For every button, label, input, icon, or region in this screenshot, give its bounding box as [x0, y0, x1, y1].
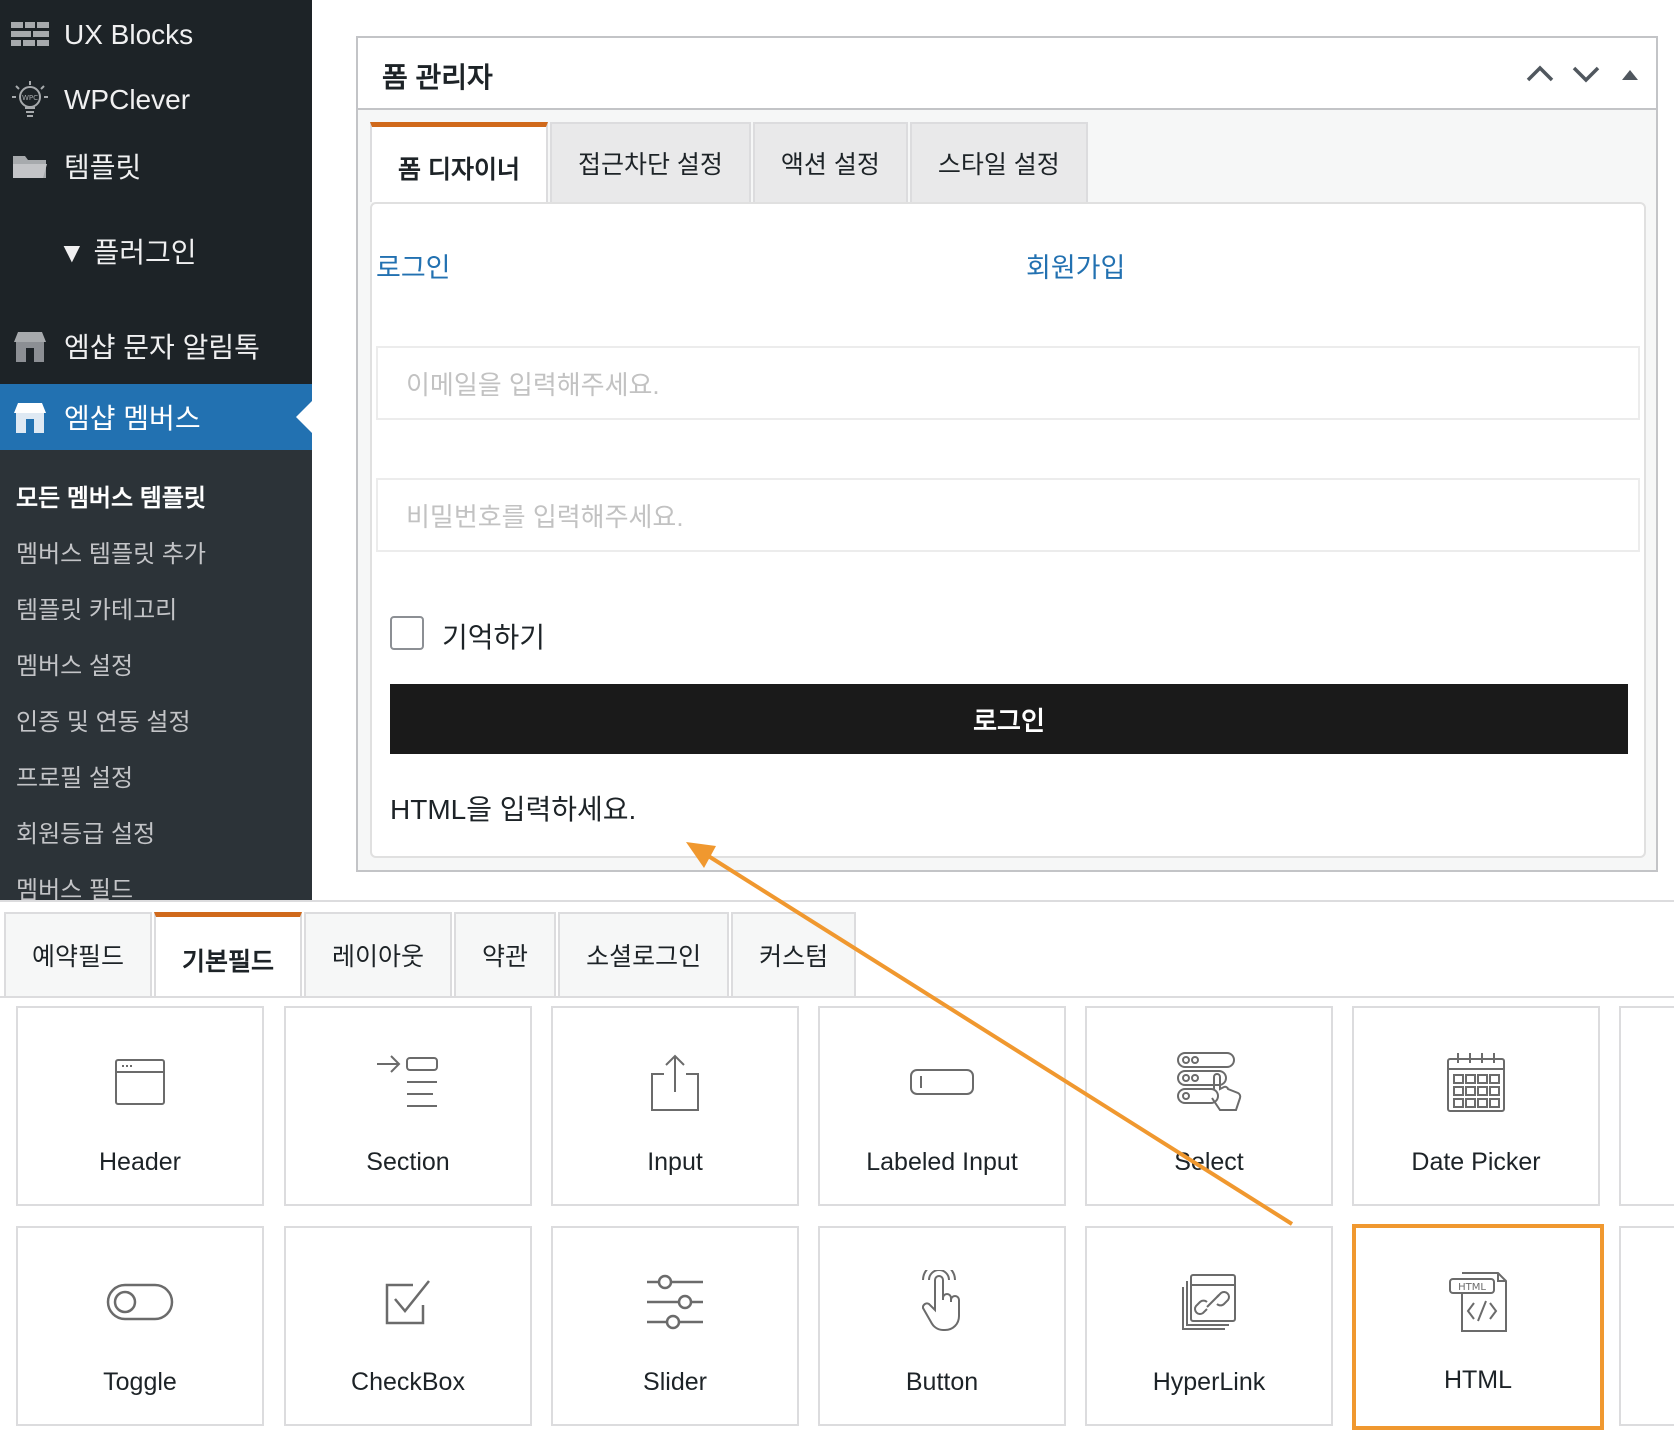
tab-layout[interactable]: 레이아웃	[304, 912, 453, 996]
form-tabs: 폼 디자이너 접근차단 설정 액션 설정 스타일 설정	[370, 122, 1090, 202]
sidebar-item-mshop-members[interactable]: 엠샵 멤버스	[0, 384, 312, 450]
active-menu-pointer	[296, 401, 312, 433]
sidebar-item-ux-blocks[interactable]: UX Blocks	[0, 8, 312, 62]
labeled-input-icon	[820, 1044, 1064, 1120]
widget-label: Input	[647, 1148, 703, 1176]
svg-text:WPC: WPC	[22, 94, 38, 102]
tab-style-settings[interactable]: 스타일 설정	[909, 122, 1088, 202]
folder-icon	[8, 148, 52, 184]
widget-labeled-input[interactable]: Labeled Input	[818, 1006, 1066, 1206]
admin-sidebar: UX Blocks WPC WPClever 템플릿 ▼ 플러그인 엠샵 문자 …	[0, 0, 312, 904]
toggle-icon	[18, 1264, 262, 1340]
sidebar-item-wpclever[interactable]: WPC WPClever	[0, 72, 312, 128]
widget-hyperlink[interactable]: HyperLink	[1085, 1226, 1333, 1426]
widget-label: HyperLink	[1152, 1368, 1266, 1396]
screen: UX Blocks WPC WPClever 템플릿 ▼ 플러그인 엠샵 문자 …	[0, 0, 1674, 1432]
submenu-item-members-settings[interactable]: 멤버스 설정	[16, 646, 133, 681]
lightbulb-icon: WPC	[8, 81, 52, 118]
widget-header[interactable]: Header	[16, 1006, 264, 1206]
form-manager-panel: 폼 관리자 폼 디자이너 접근차단 설정 액션 설정 스타일 설정 로그인 회원…	[356, 36, 1658, 872]
tab-access-settings[interactable]: 접근차단 설정	[549, 122, 751, 202]
collapse-toggle-button[interactable]	[1612, 56, 1648, 92]
tabs-divider	[0, 996, 1674, 998]
sidebar-item-label: WPClever	[64, 84, 191, 115]
widget-label: Slider	[643, 1368, 707, 1396]
widget-label: Header	[99, 1148, 181, 1176]
widget-toggle[interactable]: Toggle	[16, 1226, 264, 1426]
widget-button[interactable]: Button	[818, 1226, 1066, 1426]
submenu-item-add-template[interactable]: 멤버스 템플릿 추가	[16, 534, 206, 569]
move-down-button[interactable]	[1568, 56, 1604, 92]
widget-label: HTML	[1443, 1366, 1513, 1394]
widget-date-picker[interactable]: Date Picker	[1352, 1006, 1600, 1206]
html-icon: HTML	[1356, 1264, 1600, 1340]
remember-label: 기억하기	[442, 622, 546, 653]
form-canvas: 로그인 회원가입 이메일을 입력해주세요. 비밀번호를 입력해주세요. 기억하기…	[370, 202, 1646, 858]
login-button[interactable]: 로그인	[390, 684, 1628, 754]
input-icon	[553, 1044, 797, 1120]
slider-icon	[553, 1264, 797, 1340]
widget-palette: 예약필드 기본필드 레이아웃 약관 소셜로그인 커스텀 Header Secti…	[0, 900, 1674, 1432]
email-field[interactable]: 이메일을 입력해주세요.	[376, 346, 1640, 420]
sidebar-submenu: 모든 멤버스 템플릿 멤버스 템플릿 추가 템플릿 카테고리 멤버스 설정 인증…	[0, 450, 312, 904]
widget-input[interactable]: Input	[551, 1006, 799, 1206]
hyperlink-icon	[1087, 1264, 1331, 1340]
signup-link[interactable]: 회원가입	[1026, 246, 1125, 285]
header-icon	[18, 1044, 262, 1120]
widget-label: Select	[1174, 1148, 1244, 1176]
move-up-button[interactable]	[1522, 56, 1558, 92]
sidebar-item-label: UX Blocks	[64, 19, 194, 50]
sidebar-item-templates[interactable]: 템플릿	[0, 138, 312, 194]
svg-text:HTML: HTML	[1458, 1282, 1486, 1293]
widget-partial[interactable]	[1619, 1006, 1674, 1206]
select-icon	[1087, 1044, 1331, 1120]
widget-partial[interactable]	[1619, 1226, 1674, 1426]
shop-icon	[8, 328, 52, 364]
sidebar-item-plugins[interactable]: ▼ 플러그인	[0, 222, 312, 280]
widget-section[interactable]: Section	[284, 1006, 532, 1206]
html-block-text[interactable]: HTML을 입력하세요.	[390, 788, 636, 828]
submenu-item-all-templates[interactable]: 모든 멤버스 템플릿	[16, 478, 206, 513]
sidebar-item-label: ▼ 플러그인	[58, 237, 197, 268]
widget-label: Button	[905, 1368, 979, 1396]
shop-icon	[8, 399, 52, 435]
tab-terms[interactable]: 약관	[454, 912, 557, 996]
widget-label: CheckBox	[351, 1368, 465, 1396]
widget-label: Section	[366, 1148, 450, 1176]
submenu-item-auth-settings[interactable]: 인증 및 연동 설정	[16, 702, 191, 737]
tab-social-login[interactable]: 소셜로그인	[558, 912, 730, 996]
submenu-item-profile-settings[interactable]: 프로필 설정	[16, 758, 133, 793]
widget-label: Labeled Input	[866, 1148, 1018, 1176]
tab-custom[interactable]: 커스텀	[731, 912, 857, 996]
remember-checkbox[interactable]	[390, 616, 424, 650]
submenu-item-template-category[interactable]: 템플릿 카테고리	[16, 590, 177, 625]
sidebar-item-mshop-sms[interactable]: 엠샵 문자 알림톡	[0, 318, 312, 374]
calendar-icon	[1354, 1044, 1598, 1120]
submenu-item-grade-settings[interactable]: 회원등급 설정	[16, 814, 155, 849]
widget-checkbox[interactable]: CheckBox	[284, 1226, 532, 1426]
widget-slider[interactable]: Slider	[551, 1226, 799, 1426]
sidebar-item-label: 엠샵 멤버스	[64, 403, 201, 434]
panel-header: 폼 관리자	[358, 38, 1656, 110]
tab-reserved-fields[interactable]: 예약필드	[4, 912, 153, 996]
widget-label: Toggle	[103, 1368, 177, 1396]
login-link[interactable]: 로그인	[376, 246, 451, 285]
sidebar-item-label: 엠샵 문자 알림톡	[64, 332, 260, 363]
widget-html[interactable]: HTML HTML	[1352, 1224, 1604, 1430]
tab-action-settings[interactable]: 액션 설정	[752, 122, 908, 202]
tap-icon	[820, 1264, 1064, 1340]
blocks-icon	[8, 17, 52, 53]
widget-select[interactable]: Select	[1085, 1006, 1333, 1206]
palette-tabs: 예약필드 기본필드 레이아웃 약관 소셜로그인 커스텀	[4, 912, 858, 996]
checkbox-icon	[286, 1264, 530, 1340]
password-field[interactable]: 비밀번호를 입력해주세요.	[376, 478, 1640, 552]
section-icon	[286, 1044, 530, 1120]
sidebar-item-label: 템플릿	[64, 152, 142, 183]
panel-title: 폼 관리자	[382, 62, 493, 93]
widget-label: Date Picker	[1411, 1148, 1541, 1176]
tab-form-designer[interactable]: 폼 디자이너	[370, 122, 548, 202]
tab-basic-fields[interactable]: 기본필드	[154, 912, 303, 996]
